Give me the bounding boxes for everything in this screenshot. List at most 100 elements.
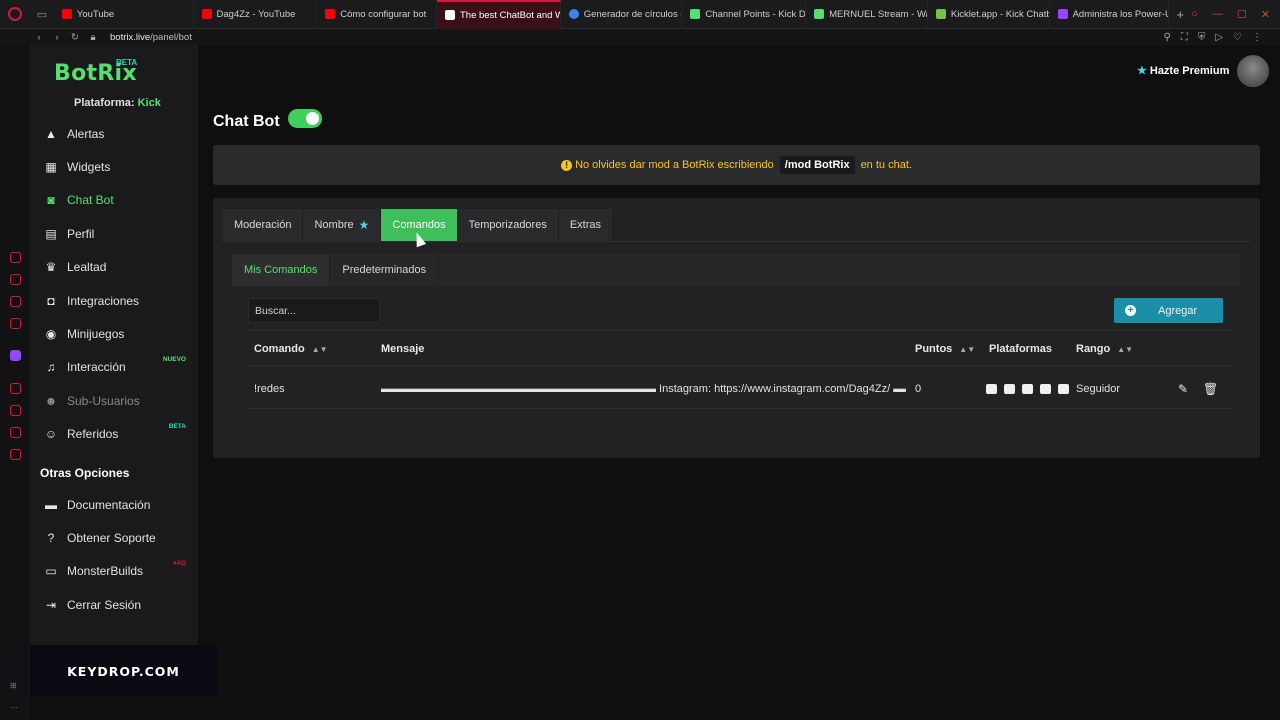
page-title: Chat Bot (213, 113, 280, 130)
rank-cell: Seguidor (1076, 383, 1121, 395)
rail-icon[interactable] (10, 405, 21, 416)
laptop-icon: ▭ (45, 564, 57, 579)
circle-generator-icon (568, 9, 579, 19)
minimize-icon[interactable]: — (1212, 8, 1223, 21)
rail-icon[interactable] (10, 318, 21, 329)
users-icon: ☻ (44, 393, 58, 408)
url-field[interactable]: botrix.live/panel/bot (110, 32, 192, 43)
sidebar-item-integraciones[interactable]: ◘ Integraciones (30, 284, 198, 317)
column-rango[interactable]: Rango ▲▼ (1076, 331, 1133, 367)
sidebar-item-chat-bot[interactable]: ◙ Chat Bot (30, 184, 198, 217)
snapshot-icon[interactable]: ⛶ (1181, 32, 1188, 43)
more-icon[interactable]: ⋯ (10, 703, 22, 713)
browser-tab[interactable]: Cómo configurar bot (317, 0, 437, 29)
kick-icon (814, 9, 825, 19)
premium-link[interactable]: ★ Hazte Premium (1137, 64, 1229, 77)
twitch-rail-icon[interactable] (10, 350, 21, 361)
rail-icon[interactable] (10, 274, 21, 285)
table-header: Comando ▲▼ Mensaje Puntos ▲▼ Plataformas R… (248, 330, 1231, 366)
delete-icon[interactable]: 🗑︎ (1203, 369, 1218, 409)
kick-platform-icon (986, 384, 997, 394)
sidebar-item-minijuegos[interactable]: ◉ Minijuegos (30, 317, 198, 350)
user-group-icon: ☺ (44, 427, 58, 442)
browser-tab-active[interactable]: The best ChatBot and Wid (436, 0, 561, 29)
shield-icon[interactable]: ⛨ (1198, 32, 1206, 43)
browser-tab[interactable]: Dag4Zz - YouTube (194, 0, 318, 29)
beta-badge: BETA (168, 422, 186, 430)
rail-footer-icon[interactable]: ⊞ (10, 681, 22, 691)
forward-icon[interactable]: › (48, 32, 66, 43)
chat-bot-toggle[interactable] (288, 109, 322, 128)
column-mensaje: Mensaje (381, 343, 425, 355)
sidebar-item-widgets[interactable]: ▦ Widgets (30, 150, 198, 183)
other-options-nav: ▬ Documentación ? Obtener Soporte ▭ Monster… (30, 488, 198, 621)
lock-icon: 🔒︎ (90, 31, 96, 43)
new-badge: NUEVO (162, 355, 186, 363)
gamepad-icon: ◉ (45, 327, 57, 342)
tab-temporizadores[interactable]: Temporizadores (457, 209, 559, 241)
edit-icon[interactable]: ✎ (1178, 369, 1188, 409)
settings-icon[interactable] (10, 449, 21, 460)
sidebar-item-documentacion[interactable]: ▬ Documentación (30, 488, 198, 521)
ad-badge: #AD (172, 559, 186, 567)
menu-icon[interactable]: ⋮ (1252, 32, 1262, 43)
browser-tab[interactable]: Channel Points - Kick Da (682, 0, 807, 29)
browser-tab[interactable]: YouTube (54, 0, 194, 29)
subtab-mis-comandos[interactable]: Mis Comandos (232, 254, 331, 286)
youtube-platform-icon (1022, 384, 1033, 394)
rail-icon[interactable] (10, 383, 21, 394)
sidebar-item-monsterbuilds[interactable]: ▭ MonsterBuilds #AD (30, 555, 198, 588)
subtab-predeterminados[interactable]: Predeterminados (330, 254, 440, 286)
avatar[interactable] (1237, 55, 1269, 87)
warning-icon: ▲ (45, 126, 57, 141)
reload-icon[interactable]: ↻ (66, 32, 84, 43)
rail-icon[interactable] (10, 427, 21, 438)
send-icon[interactable]: ▷ (1215, 32, 1223, 43)
kick-k-platform-icon (1058, 384, 1069, 394)
plus-icon: + (1125, 305, 1136, 316)
close-icon[interactable]: ✕ (1261, 8, 1270, 21)
browser-tab[interactable]: MERNUEL Stream - Wat (806, 0, 928, 29)
trophy-icon: ♛ (45, 260, 57, 275)
window-controls: ○ — ☐ ✕ (1191, 8, 1280, 21)
column-plataformas: Plataformas (989, 343, 1052, 355)
plug-icon: ◘ (47, 293, 55, 308)
sidebar-item-soporte[interactable]: ? Obtener Soporte (30, 521, 198, 554)
sidebar-item-sub-usuarios[interactable]: ☻ Sub-Usuarios (30, 384, 198, 417)
tab-nombre[interactable]: Nombre ★ (303, 209, 382, 241)
table-row[interactable]: !redes ▬▬▬▬▬▬▬▬▬▬▬▬▬▬▬▬▬▬▬▬▬▬▬▬▬ Instagr… (248, 369, 1231, 409)
discord-platform-icon (1040, 384, 1051, 394)
sidebar-item-alertas[interactable]: ▲ Alertas (30, 117, 198, 150)
tab-list-icon[interactable]: ▭ (30, 0, 54, 29)
tab-extras[interactable]: Extras (558, 209, 614, 241)
star-icon: ★ (358, 218, 370, 232)
search-input[interactable] (248, 298, 380, 323)
address-bar-actions: ⚲ ⛶ ⛨ ▷ ♡ ⋮ (1164, 32, 1280, 43)
maximize-icon[interactable]: ☐ (1237, 8, 1247, 21)
back-icon[interactable]: ‹ (30, 32, 48, 43)
add-command-button[interactable]: + Agregar (1114, 298, 1223, 323)
heart-icon[interactable]: ♡ (1233, 32, 1242, 43)
browser-tab[interactable]: Administra los Power-Up (1050, 0, 1170, 29)
browser-tab[interactable]: Generador de círculos de (561, 0, 683, 29)
rail-icon[interactable] (10, 296, 21, 307)
sidebar-item-perfil[interactable]: ▤ Perfil (30, 217, 198, 250)
browser-tab[interactable]: Kicklet.app - Kick Chatb (928, 0, 1050, 29)
mod-notice: ! No olvides dar mod a BotRix escribiend… (213, 145, 1260, 185)
rail-icon[interactable] (10, 252, 21, 263)
opera-logo-icon[interactable] (0, 0, 30, 29)
search-icon[interactable]: ○ (1191, 8, 1198, 21)
command-cell: !redes (254, 383, 285, 395)
sidebar-item-interaccion[interactable]: ♫ Interacción NUEVO (30, 351, 198, 384)
tab-moderacion[interactable]: Moderación (223, 209, 304, 241)
new-tab-icon[interactable]: + (1169, 7, 1191, 22)
sort-icon: ▲▼ (959, 344, 976, 354)
column-puntos[interactable]: Puntos ▲▼ (915, 331, 975, 367)
bookmark-icon[interactable]: ⚲ (1164, 32, 1171, 43)
sidebar-item-lealtad[interactable]: ♛ Lealtad (30, 251, 198, 284)
sidebar-item-referidos[interactable]: ☺ Referidos BETA (30, 418, 198, 451)
column-comando[interactable]: Comando ▲▼ (254, 331, 328, 367)
sidebar-item-cerrar-sesion[interactable]: ⇥ Cerrar Sesión (30, 588, 198, 621)
kick-icon (690, 9, 701, 19)
address-bar: ‹ › ↻ 🔒︎ botrix.live/panel/bot ⚲ ⛶ ⛨ ▷ ♡… (0, 29, 1280, 45)
